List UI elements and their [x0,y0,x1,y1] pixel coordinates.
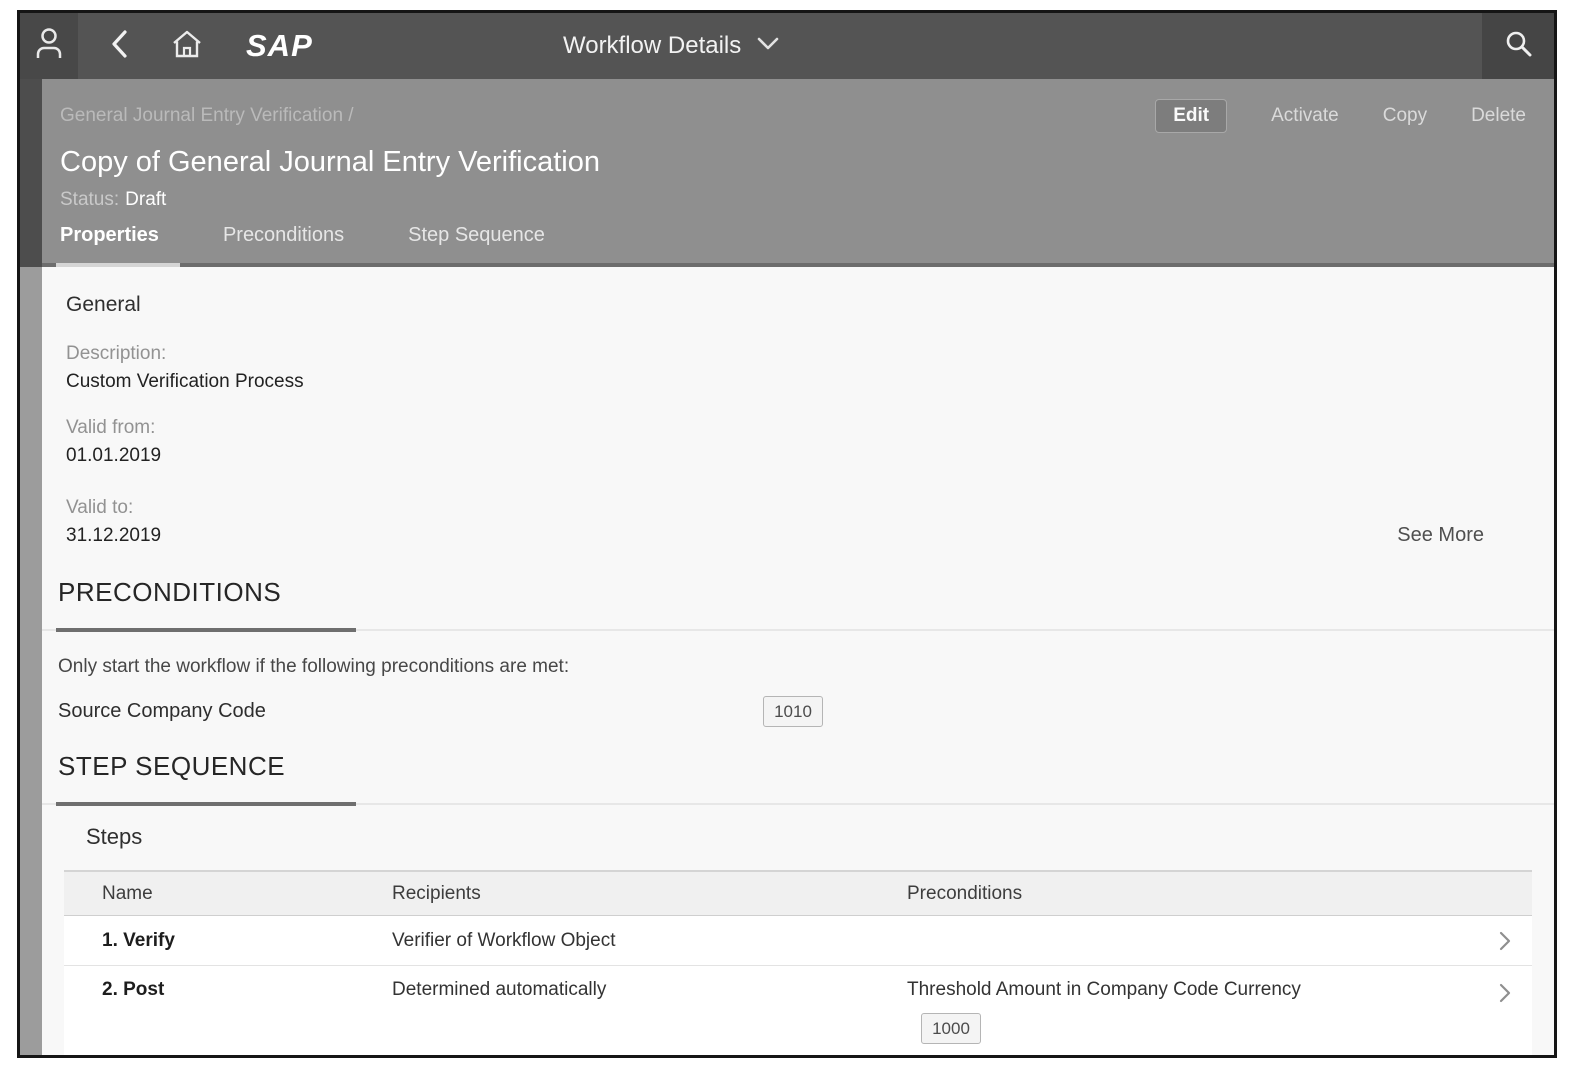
valid-to-value: 31.12.2019 [66,525,162,546]
user-menu-button[interactable] [20,13,78,79]
back-button[interactable] [110,29,128,64]
source-company-code-label: Source Company Code [58,700,266,722]
description-value: Custom Verification Process [66,371,304,392]
description-label: Description: [66,343,167,364]
step-name: 2. Post [102,979,165,1000]
tab-bar: Properties Preconditions Step Sequence [42,224,1554,247]
table-row[interactable]: 1. Verify Verifier of Workflow Object [64,916,1532,966]
home-button[interactable] [170,28,204,65]
chevron-right-icon[interactable] [1478,983,1532,1003]
tab-step-sequence[interactable]: Step Sequence [408,224,545,247]
threshold-amount-input[interactable]: 1000 [921,1013,981,1044]
person-icon [34,27,64,66]
chevron-left-icon [110,29,128,64]
header-actions: Edit Activate Copy Delete [1155,99,1526,133]
status-badge: Draft [125,189,167,210]
preconditions-rule [42,628,1554,632]
general-section: General Description: Custom Verification… [42,267,1554,547]
search-button[interactable] [1482,13,1554,79]
source-company-code-input[interactable]: 1010 [763,696,823,727]
chevron-right-icon[interactable] [1478,931,1532,951]
see-more-link[interactable]: See More [1397,524,1484,547]
preconditions-intro: Only start the workflow if the following… [58,656,570,677]
edit-button[interactable]: Edit [1155,99,1228,133]
app-window: SAP Workflow Details General Journal Ent… [17,10,1557,1058]
step-precondition: Threshold Amount in Company Code Currenc… [907,979,1301,1000]
steps-table-header: Name Recipients Preconditions [64,872,1532,916]
steps-table: Name Recipients Preconditions 1. Verify … [64,870,1532,1055]
preconditions-section-heading: PRECONDITIONS [58,577,282,607]
valid-from-field: Valid from: 01.01.2019 [66,417,1514,467]
tab-preconditions[interactable]: Preconditions [223,224,344,247]
activate-button[interactable]: Activate [1271,105,1339,127]
description-field: Description: Custom Verification Process [66,343,1514,393]
step-sequence-rule [42,802,1554,806]
app-title-dropdown[interactable]: Workflow Details [563,13,779,79]
status-label: Status: [60,189,120,210]
page-title: Copy of General Journal Entry Verificati… [60,146,600,178]
home-icon [170,28,204,65]
delete-button[interactable]: Delete [1471,105,1526,127]
tab-properties[interactable]: Properties [60,224,159,247]
page-header-zone: General Journal Entry Verification / Edi… [20,79,1554,267]
page-header: General Journal Entry Verification / Edi… [42,79,1554,267]
step-recipients: Verifier of Workflow Object [392,929,616,951]
step-recipients: Determined automatically [392,979,607,1000]
shell-topbar: SAP Workflow Details [20,13,1554,79]
content-zone: General Description: Custom Verification… [20,267,1554,1055]
column-preconditions: Preconditions [907,882,1023,904]
valid-from-label: Valid from: [66,417,156,438]
general-heading: General [66,293,141,316]
step-sequence-section-heading: STEP SEQUENCE [58,751,286,781]
sap-logo[interactable]: SAP [246,28,313,64]
valid-to-field: Valid to: 31.12.2019 [66,497,161,547]
steps-table-title: Steps [86,824,143,849]
app-title: Workflow Details [563,32,742,59]
status-line: Status: Draft [42,189,1554,211]
valid-to-label: Valid to: [66,497,134,518]
precondition-row: Source Company Code 1010 [42,696,1554,727]
chevron-down-icon [757,37,779,55]
copy-button[interactable]: Copy [1383,105,1427,127]
search-icon [1503,29,1533,64]
step-name: 1. Verify [102,929,175,951]
content-card: General Description: Custom Verification… [42,267,1554,1055]
breadcrumb[interactable]: General Journal Entry Verification / [60,105,354,127]
column-recipients: Recipients [392,882,481,904]
valid-from-value: 01.01.2019 [66,445,162,466]
column-name: Name [102,882,153,904]
table-row[interactable]: 2. Post Determined automatically Thresho… [64,966,1532,1055]
